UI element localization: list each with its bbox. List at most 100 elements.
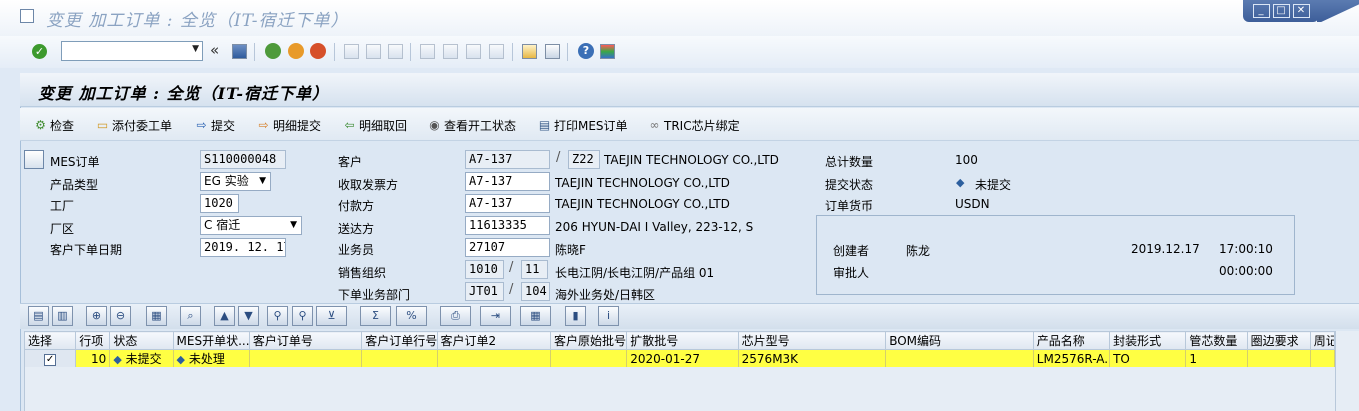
previous-page-icon[interactable] [443, 44, 458, 59]
salesperson-label: 业务员 [338, 243, 375, 257]
select-all-icon[interactable]: ▥ [52, 306, 73, 326]
check-button[interactable]: ⚙ 检查 [33, 116, 74, 134]
delete-row-icon[interactable]: ⊖ [110, 306, 131, 326]
find-next-icon[interactable] [388, 44, 403, 59]
exit-icon[interactable] [288, 43, 304, 59]
detail-toggle-icon[interactable] [24, 150, 44, 169]
first-page-icon[interactable] [420, 44, 435, 59]
row-checkbox[interactable]: ✓ [44, 354, 57, 366]
detail-submit-button[interactable]: ⇨ 明细提交 [256, 116, 321, 134]
table-row[interactable]: ✓ 10 ◆ 未提交 ◆ 未处理 2020-01-27 2576M3K LM25… [23, 349, 1336, 368]
shortcut-icon[interactable] [545, 44, 560, 59]
col-bom[interactable]: BOM编码 [885, 331, 1034, 350]
plant-field[interactable]: 1020 [200, 194, 239, 213]
col-product-name[interactable]: 产品名称 [1032, 331, 1111, 350]
edge-req-cell[interactable] [1246, 349, 1311, 368]
command-collapse-icon[interactable]: « [210, 41, 219, 59]
bom-cell[interactable] [885, 349, 1034, 368]
chevron-down-icon[interactable]: ▼ [192, 44, 199, 54]
last-page-icon[interactable] [489, 44, 504, 59]
sales-org-field[interactable]: 1010 [465, 260, 504, 279]
die-qty-cell[interactable]: 1 [1185, 349, 1248, 368]
attach-order-button[interactable]: ▭ 添付委工单 [95, 116, 172, 134]
customer-sub-field[interactable]: Z22 [568, 150, 600, 169]
grid-find-icon[interactable]: ⌕ [180, 306, 201, 326]
row-select-cell[interactable]: ✓ [23, 349, 77, 368]
customer-batch-cell[interactable] [549, 349, 628, 368]
payer-field[interactable]: A7-137 [465, 194, 550, 213]
minimize-button[interactable]: _ [1252, 4, 1270, 18]
maximize-button[interactable]: □ [1272, 4, 1290, 18]
diffusion-batch-cell[interactable]: 2020-01-27 [626, 349, 739, 368]
col-package[interactable]: 封装形式 [1109, 331, 1187, 350]
cancel-icon[interactable] [310, 43, 326, 59]
col-select[interactable]: 选择 [23, 331, 77, 350]
status-cell: ◆ 未提交 [109, 349, 174, 368]
save-icon[interactable] [232, 44, 247, 59]
filter-icon[interactable]: ⊻ [316, 306, 347, 326]
col-mes-status[interactable]: MES开单状... [172, 331, 250, 350]
details-icon[interactable]: ▤ [28, 306, 49, 326]
view-start-status-button[interactable]: ◉ 查看开工状态 [427, 116, 516, 134]
col-die-qty[interactable]: 管芯数量 [1185, 331, 1248, 350]
grid-settings-icon[interactable]: ▦ [146, 306, 167, 326]
bill-to-field[interactable]: A7-137 [465, 172, 550, 191]
subtotal-icon[interactable]: % [396, 306, 427, 326]
col-chip-model[interactable]: 芯片型号 [737, 331, 887, 350]
print-icon[interactable] [344, 44, 359, 59]
product-name-cell[interactable]: LM2576R-A... [1032, 349, 1111, 368]
salesperson-field[interactable]: 27107 [465, 238, 550, 257]
find-icon[interactable] [366, 44, 381, 59]
export-icon[interactable]: ⇥ [480, 306, 511, 326]
help-icon[interactable]: ? [578, 43, 594, 59]
col-customer-order-2[interactable]: 客户订单2 [436, 331, 551, 350]
col-customer-batch[interactable]: 客户原始批号 [549, 331, 628, 350]
print-preview-icon[interactable]: ⎙ [440, 306, 471, 326]
back-icon[interactable] [265, 43, 281, 59]
sales-dept-field[interactable]: JT01 [465, 282, 504, 301]
customer-order-cell[interactable] [248, 349, 363, 368]
order-date-field[interactable]: 2019. 12. 17 [200, 238, 286, 257]
table-scrollbar[interactable] [1335, 331, 1359, 411]
customize-layout-icon[interactable] [600, 44, 615, 59]
sales-org-sub-field[interactable]: 11 [521, 260, 548, 279]
col-week[interactable]: 周记 [1309, 331, 1336, 350]
product-type-select[interactable]: EG 实验 [200, 172, 271, 191]
customer-code-field[interactable]: A7-137 [465, 150, 550, 169]
sum-icon[interactable]: Σ [360, 306, 391, 326]
week-cell[interactable] [1309, 349, 1336, 368]
customer-order-line-cell[interactable] [361, 349, 438, 368]
window-menu-icon[interactable] [20, 9, 34, 23]
find-icon[interactable]: ⚲ [267, 306, 288, 326]
mes-order-field[interactable]: S110000048 [200, 150, 286, 169]
col-status[interactable]: 状态 [109, 331, 174, 350]
col-customer-order-line[interactable]: 客户订单行号 [361, 331, 438, 350]
submit-button[interactable]: ⇨ 提交 [194, 116, 235, 134]
command-field[interactable]: ▼ [61, 41, 203, 61]
enter-check-icon[interactable]: ✓ [32, 44, 47, 59]
graphic-icon[interactable]: ▮ [565, 306, 586, 326]
customer-order-2-cell[interactable] [436, 349, 551, 368]
info-icon[interactable]: i [598, 306, 619, 326]
area-select[interactable]: C 宿迁 [200, 216, 302, 235]
col-edge-req[interactable]: 圈边要求 [1246, 331, 1311, 350]
print-mes-order-button[interactable]: ▤ 打印MES订单 [537, 116, 628, 134]
new-session-icon[interactable] [522, 44, 537, 59]
ship-to-field[interactable]: 11613335 [465, 216, 550, 235]
sort-ascending-icon[interactable]: ▲ [214, 306, 235, 326]
col-diffusion-batch[interactable]: 扩散批号 [626, 331, 739, 350]
sales-dept-sub-field[interactable]: 104 [521, 282, 550, 301]
layout-icon[interactable]: ▦ [520, 306, 551, 326]
sort-descending-icon[interactable]: ▼ [238, 306, 259, 326]
col-item[interactable]: 行项 [75, 331, 111, 350]
col-customer-order[interactable]: 客户订单号 [248, 331, 363, 350]
detail-retrieve-button[interactable]: ⇦ 明细取回 [342, 116, 407, 134]
next-page-icon[interactable] [466, 44, 481, 59]
package-cell[interactable]: TO [1109, 349, 1187, 368]
chip-model-cell[interactable]: 2576M3K [737, 349, 887, 368]
tric-chip-bind-button[interactable]: ∞ TRIC芯片绑定 [647, 116, 740, 134]
insert-row-icon[interactable]: ⊕ [86, 306, 107, 326]
order-date-label: 客户下单日期 [50, 243, 123, 257]
close-button[interactable]: ✕ [1292, 4, 1310, 18]
find-next-icon[interactable]: ⚲ [292, 306, 313, 326]
